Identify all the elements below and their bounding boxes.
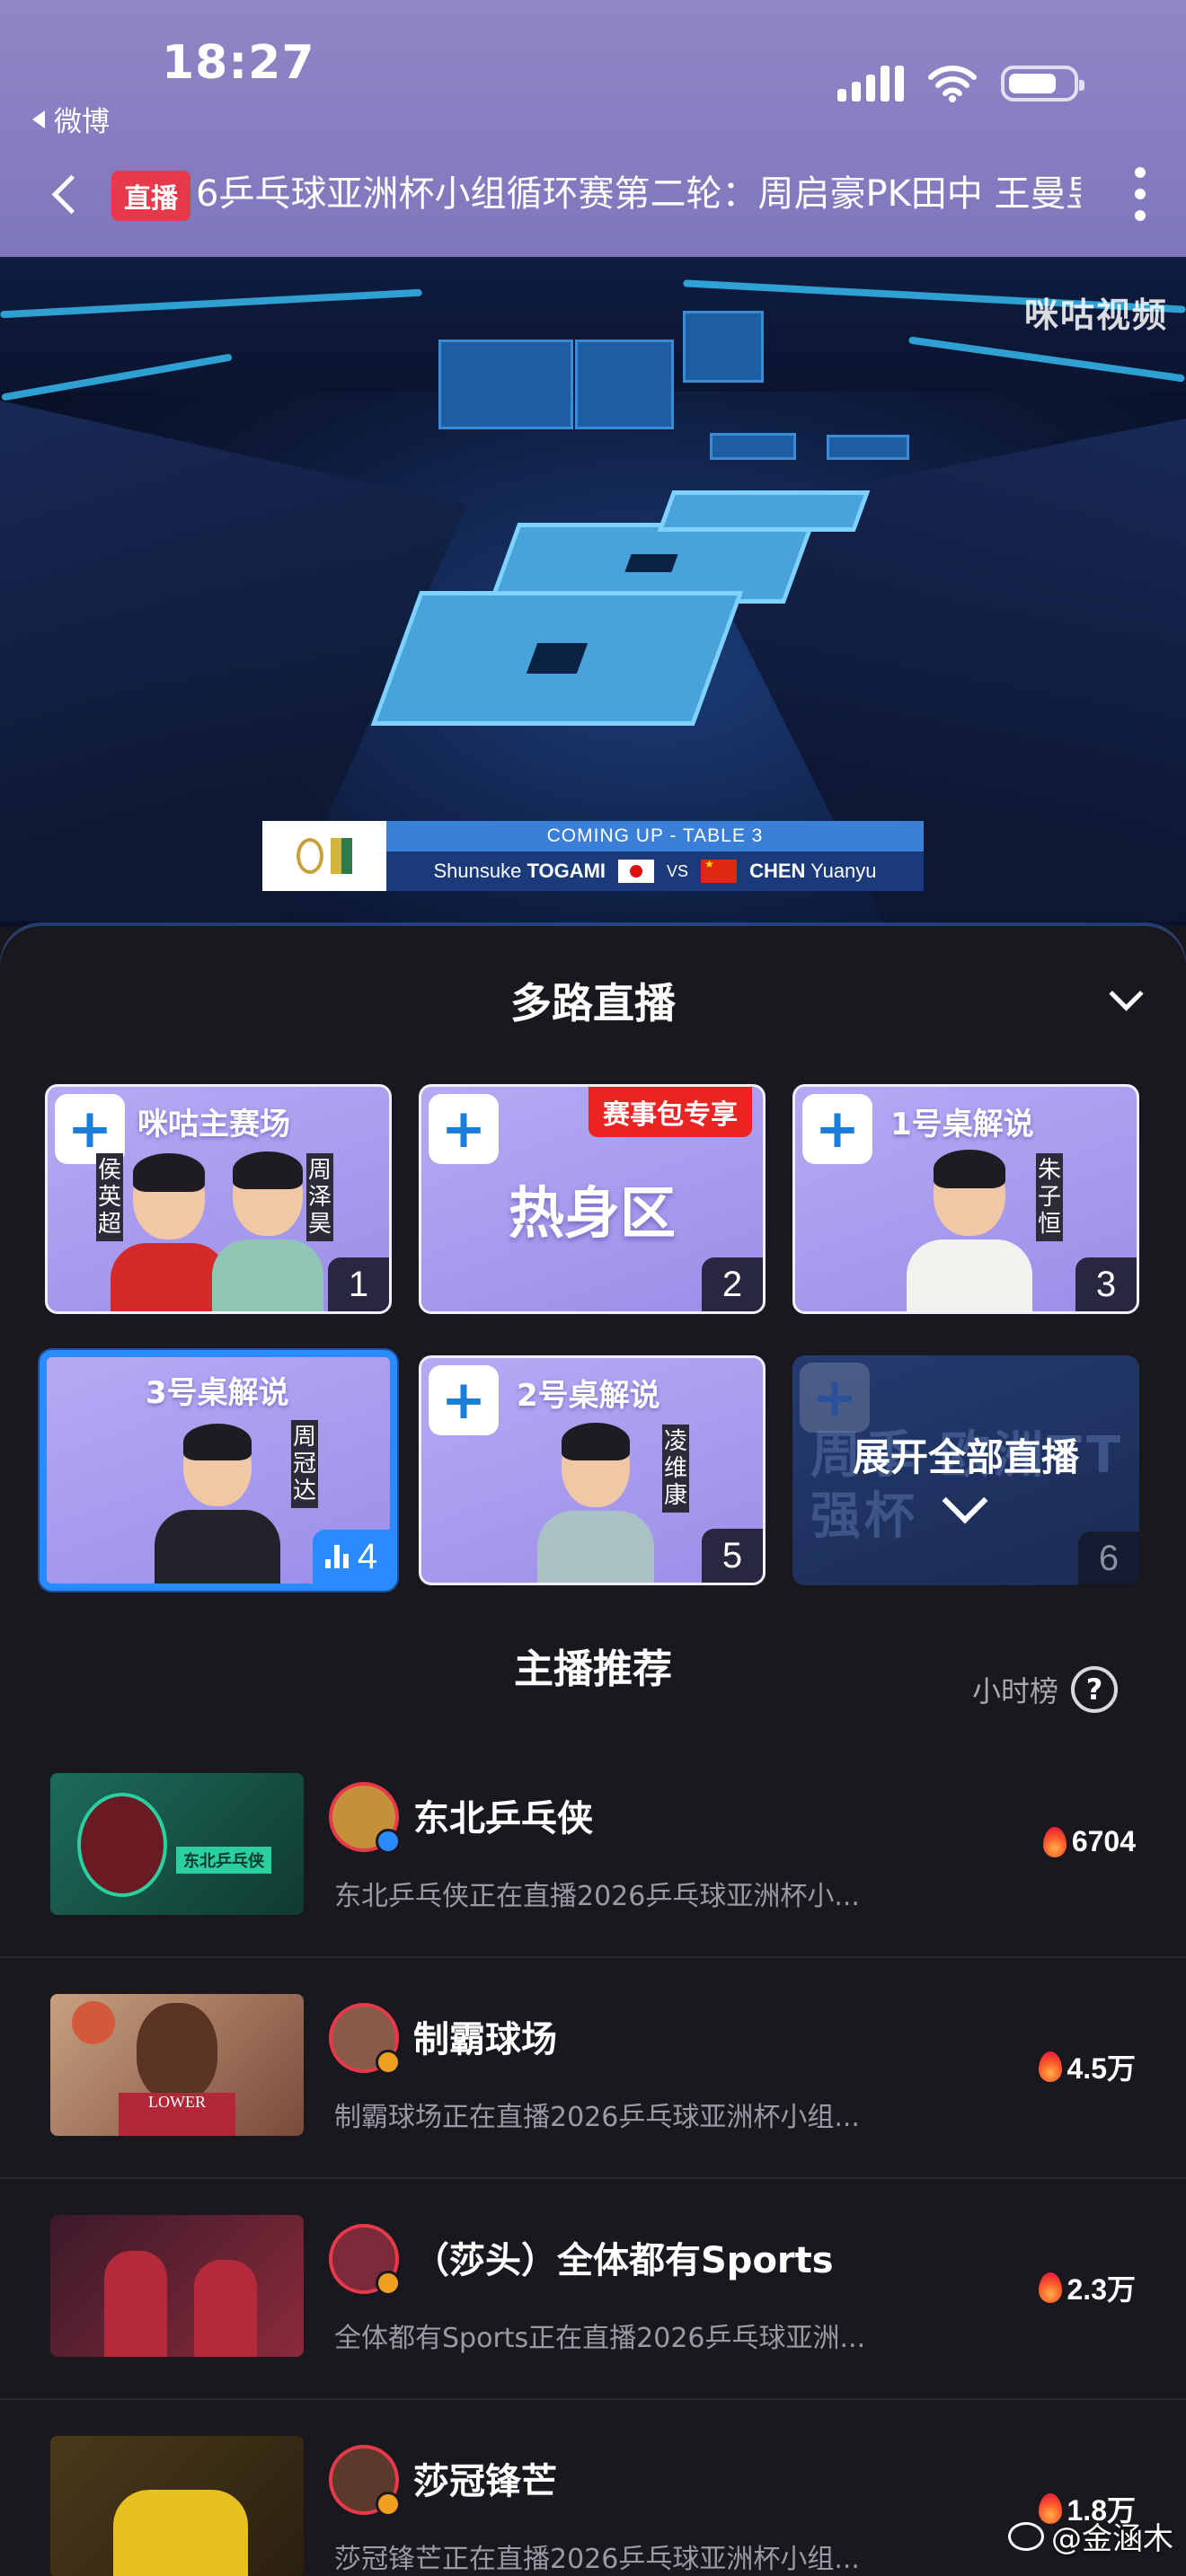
add-icon: + (800, 1363, 870, 1433)
stream-description: 全体都有Sports正在直播2026乒乓球亚洲... (334, 2323, 866, 2354)
streamer-name: （莎头）全体都有Sports (413, 2240, 834, 2281)
streamer-row[interactable]: 东北乒乓侠 东北乒乓侠 东北乒乓侠正在直播2026乒乓球亚洲杯小... 6704 (0, 1737, 1186, 1958)
stream-thumbnail (50, 2215, 304, 2357)
add-icon[interactable]: + (802, 1094, 872, 1164)
add-icon[interactable]: + (429, 1365, 499, 1435)
host-name: 侯英超 (96, 1153, 123, 1241)
battery-icon (1001, 66, 1084, 101)
sheet-title: 多路直播 (510, 979, 676, 1028)
stream-description: 制霸球场正在直播2026乒乓球亚洲杯小组... (334, 2102, 860, 2133)
weibo-watermark: @金涵木 (1008, 2514, 1173, 2558)
flame-icon (1038, 2051, 1062, 2082)
live-badge: 直播 (111, 171, 190, 221)
weibo-icon (1008, 2521, 1044, 2551)
host-name: 周泽昊 (306, 1153, 333, 1241)
coming-up-banner: COMING UP - TABLE 3 Shunsuke TOGAMI VS C… (262, 821, 924, 891)
streamer-row[interactable]: （莎头）全体都有Sports 全体都有Sports正在直播2026乒乓球亚洲..… (0, 2179, 1186, 2400)
event-logo (262, 821, 386, 891)
streamer-row[interactable]: LOWER 制霸球场 制霸球场正在直播2026乒乓球亚洲杯小组... 4.5万 (0, 1958, 1186, 2179)
host-name: 朱子恒 (1036, 1153, 1063, 1241)
status-icons (837, 65, 1084, 102)
cellular-signal-icon (837, 66, 904, 101)
status-time: 18:27 (162, 36, 315, 90)
video-player[interactable]: 咪咕视频 COMING UP - TABLE 3 Shunsuke TOGAMI… (0, 257, 1186, 926)
channel-number: 6 (1078, 1531, 1139, 1585)
collapse-chevron-button[interactable] (1105, 982, 1146, 1023)
host-portrait (155, 1424, 280, 1584)
china-flag-icon (701, 858, 738, 883)
back-triangle-icon (32, 110, 45, 128)
streamer-avatar[interactable] (329, 2003, 401, 2075)
back-to-app-link[interactable]: 微博 (32, 99, 110, 139)
channel-number: 2 (702, 1257, 763, 1311)
japan-flag-icon (618, 860, 655, 883)
coming-up-heading: COMING UP - TABLE 3 (386, 821, 924, 851)
channel-number: 3 (1075, 1257, 1137, 1311)
live-channel-card-3[interactable]: + 1号桌解说 朱子恒 3 (792, 1084, 1139, 1314)
live-channel-card-5[interactable]: + 2号桌解说 凌维康 5 (419, 1355, 766, 1585)
top-header: 18:27 微博 直播 6乒乓球亚洲杯小组循环赛第二轮：周启豪PK田中 王曼昱 (0, 0, 1186, 257)
heat-count: 6704 (1042, 1825, 1136, 1858)
page-title: 6乒乓球亚洲杯小组循环赛第二轮：周启豪PK田中 王曼昱 (196, 173, 1081, 215)
host-name: 凌维康 (662, 1425, 689, 1513)
stream-thumbnail: 东北乒乓侠 (50, 1773, 304, 1915)
host-name: 周冠达 (291, 1420, 318, 1508)
live-channel-card-1[interactable]: + 咪咕主赛场 侯英超 周泽昊 1 (45, 1084, 392, 1314)
heat-count: 4.5万 (1038, 2046, 1136, 2087)
streamer-avatar[interactable] (329, 2445, 401, 2517)
live-channel-card-2[interactable]: + 赛事包专享 热身区 2 (419, 1084, 766, 1314)
add-icon[interactable]: + (429, 1094, 499, 1164)
playing-bars-icon (324, 1545, 349, 1568)
streamer-name: 莎冠锋芒 (413, 2461, 557, 2502)
heat-count: 2.3万 (1038, 2267, 1136, 2308)
more-options-button[interactable] (1127, 167, 1154, 221)
back-app-label: 微博 (54, 106, 110, 138)
host-portrait (907, 1150, 1032, 1311)
wifi-icon (928, 66, 977, 102)
promo-badge: 赛事包专享 (589, 1087, 752, 1137)
stream-thumbnail: LOWER (50, 1994, 304, 2136)
streamer-name: 东北乒乓侠 (413, 1798, 593, 1839)
nav-back-button[interactable] (45, 169, 88, 219)
streamer-avatar[interactable] (329, 2224, 401, 2296)
help-icon[interactable]: ? (1071, 1666, 1118, 1713)
channel-number: 5 (702, 1529, 763, 1583)
channel-number: 1 (328, 1257, 389, 1311)
stream-description: 莎冠锋芒正在直播2026乒乓球亚洲杯小组... (334, 2544, 860, 2575)
stream-thumbnail (50, 2436, 304, 2576)
hourly-rank-link[interactable]: 小时榜 ? (972, 1666, 1118, 1713)
streamer-name: 制霸球场 (413, 2019, 557, 2060)
stream-description: 东北乒乓侠正在直播2026乒乓球亚洲杯小... (334, 1881, 860, 1912)
expand-all-live-button[interactable]: + 周季 欧洲TT强杯 展开全部直播 6 (792, 1355, 1139, 1585)
streamer-avatar[interactable] (329, 1782, 401, 1854)
flame-icon (1042, 1826, 1067, 1857)
migu-video-logo: 咪咕视频 (1023, 296, 1168, 335)
channel-number: 4 (312, 1530, 390, 1584)
live-channel-card-4[interactable]: 3号桌解说 周冠达 4 (40, 1350, 397, 1591)
flame-icon (1038, 2272, 1062, 2303)
host-portrait (533, 1423, 659, 1583)
